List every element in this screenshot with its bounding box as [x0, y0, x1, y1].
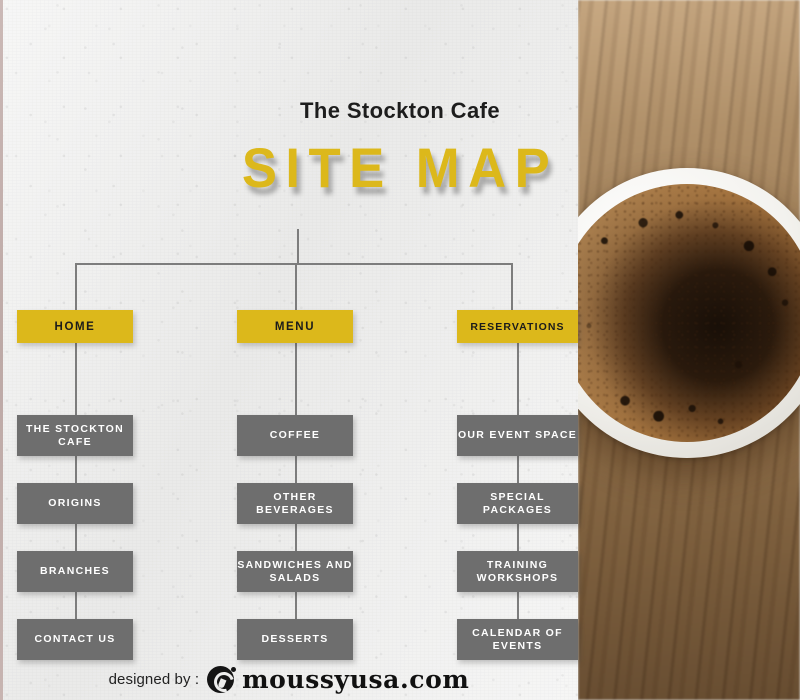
footer: designed by : moussyusa.com — [0, 662, 578, 696]
sitemap-poster: The Stockton Cafe SITE MAP HOME THE STOC… — [0, 0, 800, 700]
crema-bubbles — [578, 184, 800, 442]
page-title: The Stockton Cafe — [300, 98, 500, 123]
logo-accent-dot — [231, 666, 237, 672]
connector-horizontal-bar — [75, 263, 513, 265]
sitemap-node-contact-us[interactable]: CONTACT US — [17, 619, 133, 660]
sitemap-node-special-packages[interactable]: SPECIAL PACKAGES — [457, 483, 578, 524]
sitemap-node-other-beverages[interactable]: OTHER BEVERAGES — [237, 483, 353, 524]
connector-c2-r3-to-r4 — [295, 592, 297, 619]
document-title: SITE MAP — [241, 136, 559, 199]
sitemap-node-our-event-space[interactable]: OUR EVENT SPACE — [457, 415, 578, 456]
sitemap-node-desserts[interactable]: DESSERTS — [237, 619, 353, 660]
connector-drop-menu — [295, 263, 297, 311]
connector-c3-r2-to-r3 — [517, 524, 519, 551]
connector-c1-r3-to-r4 — [75, 592, 77, 619]
sitemap-node-training-workshops[interactable]: TRAINING WORKSHOPS — [457, 551, 578, 592]
sitemap-node-origins[interactable]: ORIGINS — [17, 483, 133, 524]
connector-c3-head-to-r1 — [517, 343, 519, 415]
connector-c2-r1-to-r2 — [295, 456, 297, 483]
connector-stem — [297, 229, 299, 264]
moussy-spiral-icon — [207, 665, 237, 693]
photo-edge-divider — [0, 0, 3, 700]
sitemap-node-sandwiches-and-salads[interactable]: SANDWICHES AND SALADS — [237, 551, 353, 592]
sitemap-head-reservations[interactable]: RESERVATIONS — [457, 310, 578, 343]
connector-c2-head-to-r1 — [295, 343, 297, 415]
coffee-cup — [578, 168, 800, 458]
designed-by-label: designed by : — [108, 670, 200, 688]
connector-c2-r2-to-r3 — [295, 524, 297, 551]
connector-c1-r2-to-r3 — [75, 524, 77, 551]
connector-drop-reservations — [511, 263, 513, 311]
brand-name: moussyusa.com — [242, 664, 470, 694]
connector-c3-r3-to-r4 — [517, 592, 519, 619]
connector-c3-r1-to-r2 — [517, 456, 519, 483]
sitemap-head-home[interactable]: HOME — [17, 310, 133, 343]
sitemap-node-branches[interactable]: BRANCHES — [17, 551, 133, 592]
sitemap-node-the-stockton-cafe[interactable]: THE STOCKTON CAFE — [17, 415, 133, 456]
sitemap-head-menu[interactable]: MENU — [237, 310, 353, 343]
connector-c1-r1-to-r2 — [75, 456, 77, 483]
connector-c1-head-to-r1 — [75, 343, 77, 415]
sitemap-node-calendar-of-events[interactable]: CALENDAR OF EVENTS — [457, 619, 578, 660]
connector-drop-home — [75, 263, 77, 311]
sitemap-node-coffee[interactable]: COFFEE — [237, 415, 353, 456]
coffee-surface — [578, 184, 800, 442]
